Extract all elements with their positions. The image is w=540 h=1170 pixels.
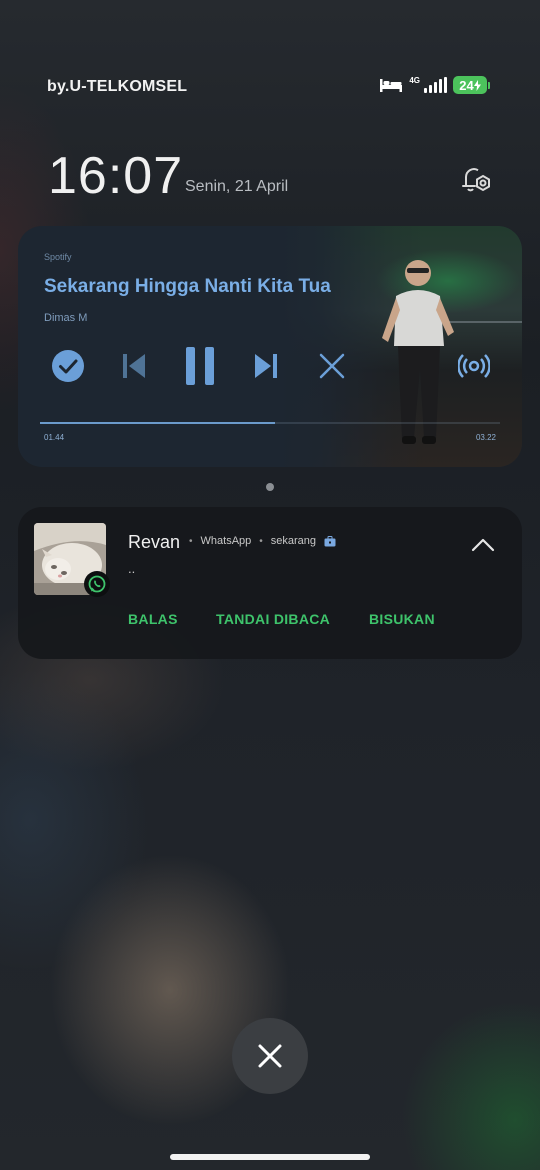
close-icon: [319, 353, 345, 379]
playback-seekbar[interactable]: [40, 422, 500, 424]
check-icon: [52, 350, 84, 382]
lockscreen-date: Senin, 21 April: [185, 178, 289, 195]
work-profile-icon: [324, 535, 336, 546]
lockscreen-clock: 16:07: [48, 147, 184, 205]
song-title: Sekarang Hingga Nanti Kita Tua: [44, 276, 331, 297]
mute-button[interactable]: BISUKAN: [369, 611, 435, 627]
pause-icon: [186, 347, 214, 385]
cast-button[interactable]: [454, 346, 494, 386]
whatsapp-notification[interactable]: Revan • WhatsApp • sekarang .. BALAS TAN…: [18, 507, 522, 659]
close-media-button[interactable]: [312, 346, 352, 386]
playback-progress: [40, 422, 275, 424]
status-icons: 4G 24: [379, 76, 490, 94]
notification-sender: Revan: [128, 532, 181, 552]
battery-level: 24: [459, 77, 474, 93]
cast-icon: [458, 354, 490, 378]
charging-icon: [473, 79, 481, 91]
next-button[interactable]: [246, 346, 286, 386]
status-bar: by.U-TELKOMSEL 4G 24: [0, 70, 540, 104]
home-indicator[interactable]: [170, 1154, 370, 1160]
carrier-name: by.U-TELKOMSEL: [47, 78, 188, 95]
whatsapp-icon: [84, 571, 110, 597]
notification-time: sekarang: [270, 535, 317, 547]
notification-app: WhatsApp: [200, 535, 252, 547]
media-app-name: Spotify: [44, 252, 72, 262]
notification-meta: • WhatsApp • sekarang: [189, 535, 336, 547]
notification-message: ..: [128, 561, 136, 576]
close-icon: [258, 1044, 282, 1068]
elapsed-time: 01.44: [44, 433, 65, 442]
previous-icon: [123, 354, 145, 378]
page-indicator-dot: [266, 483, 274, 491]
previous-button[interactable]: [114, 346, 154, 386]
clear-notifications-button[interactable]: [232, 1018, 308, 1094]
media-player-card[interactable]: Spotify Sekarang Hingga Nanti Kita Tua D…: [18, 226, 522, 467]
mark-as-read-button[interactable]: TANDAI DIBACA: [216, 611, 330, 627]
like-button[interactable]: [48, 346, 88, 386]
signal-icon: [424, 77, 447, 93]
reply-button[interactable]: BALAS: [128, 611, 178, 627]
song-artist: Dimas M: [44, 312, 88, 324]
collapse-chevron-up-icon[interactable]: [470, 535, 496, 555]
next-icon: [255, 354, 277, 378]
notification-settings-icon[interactable]: [458, 163, 494, 199]
pause-button[interactable]: [180, 346, 220, 386]
total-duration: 03.22: [475, 433, 496, 442]
bed-icon: [380, 79, 403, 92]
network-type-label: 4G: [409, 75, 420, 85]
battery-indicator: 24: [453, 76, 490, 94]
